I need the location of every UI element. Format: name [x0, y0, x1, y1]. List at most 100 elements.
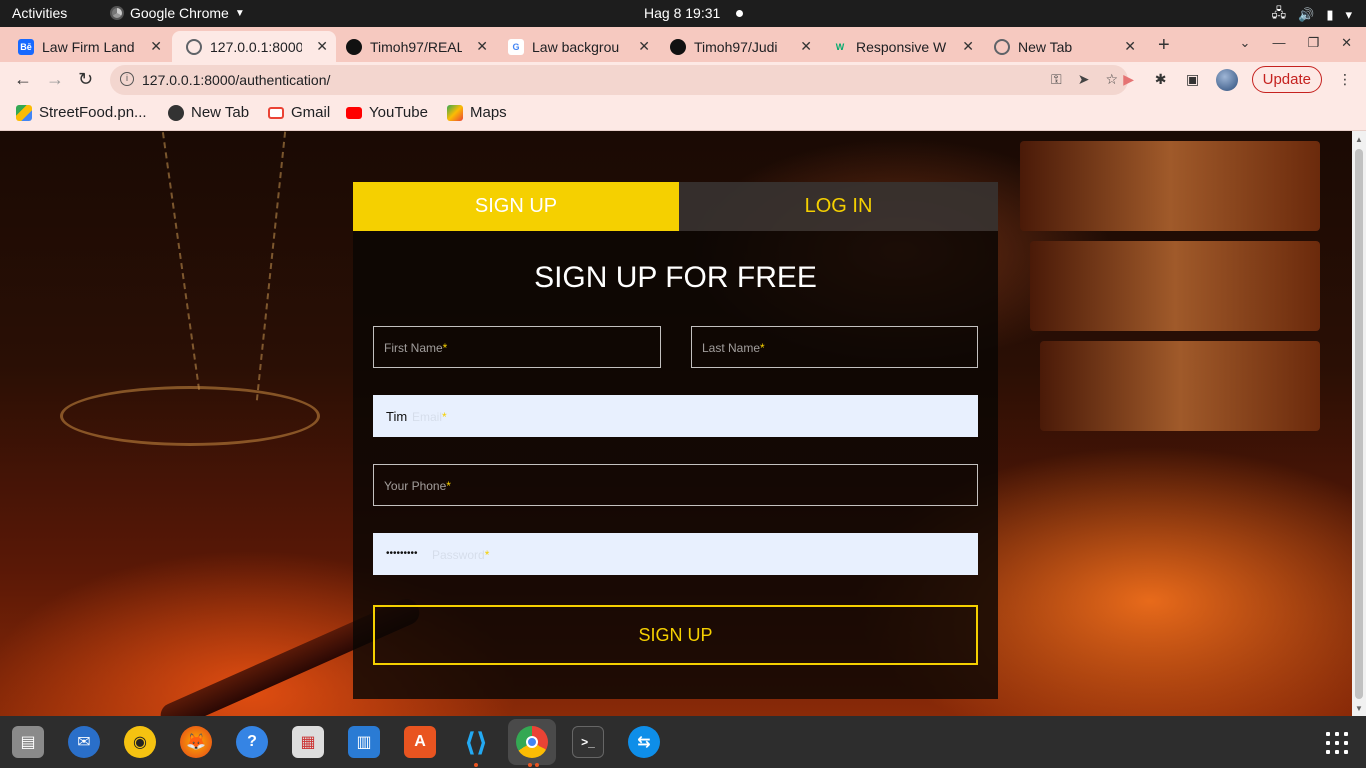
phone-field[interactable]: Your Phone* [373, 464, 978, 506]
clock[interactable]: Hag 8 19:31 [644, 5, 720, 21]
bookmark-label: Maps [470, 104, 507, 121]
running-indicator [535, 763, 539, 767]
tab-signup[interactable]: SIGN UP [353, 182, 679, 231]
scale-chain [255, 131, 287, 401]
chrome-icon[interactable] [516, 726, 548, 758]
scroll-up-icon[interactable]: ▲ [1355, 135, 1363, 144]
activities-button[interactable]: Activities [12, 5, 67, 21]
send-icon[interactable]: ➤ [1078, 71, 1090, 88]
bookmark-gmail[interactable]: Gmail [268, 104, 330, 121]
software-center-icon[interactable]: A [404, 726, 436, 758]
github-icon [670, 38, 686, 55]
caret-down-icon: ▼ [234, 7, 245, 19]
close-icon[interactable]: ✕ [638, 38, 650, 55]
tab-login[interactable]: LOG IN [679, 182, 998, 231]
volume-icon: 🔊 [1298, 7, 1315, 22]
tab-law-firm[interactable]: Bē Law Firm Land ✕ [4, 31, 170, 62]
rhythmbox-icon[interactable]: ◉ [124, 726, 156, 758]
bookmark-youtube[interactable]: YouTube [346, 104, 428, 121]
page-scrollbar[interactable]: ▲ ▼ [1352, 131, 1366, 716]
scroll-down-icon[interactable]: ▼ [1355, 704, 1363, 713]
email-field[interactable]: Tim Email* [373, 395, 978, 437]
first-name-field[interactable]: First Name* [373, 326, 661, 368]
bookmark-maps[interactable]: Maps [447, 104, 507, 121]
teamviewer-icon[interactable]: ⇆ [628, 726, 660, 758]
network-icon: 🖧 [1271, 5, 1287, 20]
field-placeholder: Last Name* [702, 341, 765, 355]
form-heading: SIGN UP FOR FREE [534, 261, 817, 294]
thunderbird-icon[interactable]: ✉ [68, 726, 100, 758]
restore-icon[interactable]: ❐ [1307, 35, 1319, 51]
firefox-icon[interactable]: 🦊 [180, 726, 212, 758]
sidepanel-icon[interactable]: ▣ [1184, 71, 1202, 89]
running-indicator [528, 763, 532, 767]
new-tab-button[interactable]: + [1158, 34, 1170, 57]
youtube-icon [346, 106, 362, 119]
bookmark-label: New Tab [191, 104, 250, 121]
system-tray[interactable]: 🖧 🔊 ▮ ▾ [1272, 4, 1352, 26]
minimize-icon[interactable]: — [1272, 35, 1285, 51]
browser-toolbar: ← → ↻ i 127.0.0.1:8000/authentication/ ⚿… [0, 62, 1366, 98]
scrollbar-thumb[interactable] [1355, 149, 1363, 699]
behance-icon: Bē [18, 38, 34, 55]
puzzle-icon[interactable]: ✱ [1152, 71, 1170, 89]
app-menu[interactable]: Google Chrome ▼ [110, 5, 245, 21]
books-decoration [1010, 131, 1340, 431]
tab-google-search[interactable]: G Law backgrou ✕ [494, 31, 658, 62]
star-icon[interactable]: ☆ [1105, 71, 1118, 88]
bookmark-new-tab[interactable]: New Tab [168, 104, 249, 121]
reload-icon[interactable]: ↻ [78, 69, 93, 90]
info-icon[interactable]: i [120, 72, 134, 86]
close-window-icon[interactable]: ✕ [1341, 35, 1352, 51]
tab-github-judi[interactable]: Timoh97/Judi ✕ [656, 31, 820, 62]
terminal-icon[interactable]: >_ [572, 726, 604, 758]
show-apps-icon[interactable] [1326, 732, 1348, 754]
update-button[interactable]: Update [1251, 66, 1322, 93]
tab-localhost[interactable]: 127.0.0.1:8000/ ✕ [172, 31, 336, 62]
close-icon[interactable]: ✕ [316, 38, 328, 55]
back-icon[interactable]: ← [14, 69, 32, 90]
bookmark-label: StreetFood.pn... [39, 104, 147, 121]
avatar[interactable] [1215, 68, 1238, 91]
last-name-field[interactable]: Last Name* [691, 326, 978, 368]
page-viewport: SIGN UP LOG IN SIGN UP FOR FREE First Na… [0, 131, 1352, 716]
close-icon[interactable]: ✕ [800, 38, 812, 55]
forward-icon[interactable]: → [46, 69, 64, 90]
bookmark-label: Gmail [291, 104, 331, 121]
writer-icon[interactable]: ▥ [348, 726, 380, 758]
close-icon[interactable]: ✕ [1124, 38, 1136, 55]
auth-tabs: SIGN UP LOG IN [353, 182, 998, 231]
url-text[interactable]: 127.0.0.1:8000/authentication/ [142, 72, 330, 88]
signup-form: SIGN UP FOR FREE First Name* Last Name* … [353, 231, 998, 699]
bookmark-streetfood[interactable]: StreetFood.pn... [16, 104, 147, 121]
scale-chain [161, 132, 201, 390]
extension-record-icon[interactable]: ▶ [1120, 71, 1138, 89]
battery-icon: ▮ [1326, 7, 1334, 22]
field-placeholder: Email* [412, 410, 447, 424]
gnome-top-bar: Activities Google Chrome ▼ Hag 8 19:31 🖧… [0, 0, 1366, 27]
signup-submit-button[interactable]: SIGN UP [373, 605, 978, 665]
ubuntu-dock: ▤ ✉ ◉ 🦊 ? ▦ ▥ A ⟨⟩ >_ ⇆ [0, 716, 1366, 768]
tab-title: Law backgrou [532, 38, 620, 55]
tab-title: Law Firm Land [42, 38, 134, 55]
key-icon[interactable]: ⚿ [1051, 71, 1062, 88]
gmail-icon [268, 106, 284, 119]
globe-icon [168, 104, 184, 121]
screenshot-icon[interactable]: ▦ [292, 726, 324, 758]
more-menu-icon[interactable]: ⋮ [1336, 71, 1354, 89]
tab-w3schools[interactable]: W Responsive W ✕ [818, 31, 982, 62]
password-field[interactable]: ••••••••• Password* [373, 533, 978, 575]
close-icon[interactable]: ✕ [962, 38, 974, 55]
tab-new-tab[interactable]: New Tab ✕ [980, 31, 1144, 62]
tab-title: Timoh97/REAL [370, 38, 462, 55]
help-icon[interactable]: ? [236, 726, 268, 758]
tab-title: Timoh97/Judi [694, 38, 778, 55]
address-bar[interactable]: i 127.0.0.1:8000/authentication/ ⚿ ➤ ☆ [110, 65, 1128, 95]
close-icon[interactable]: ✕ [476, 38, 488, 55]
vscode-icon[interactable]: ⟨⟩ [460, 726, 492, 758]
files-icon[interactable]: ▤ [12, 726, 44, 758]
tab-github-real[interactable]: Timoh97/REAL ✕ [332, 31, 496, 62]
close-icon[interactable]: ✕ [150, 38, 162, 55]
tab-title: Responsive W [856, 38, 947, 55]
tab-search-icon[interactable]: ⌄ [1240, 35, 1251, 51]
